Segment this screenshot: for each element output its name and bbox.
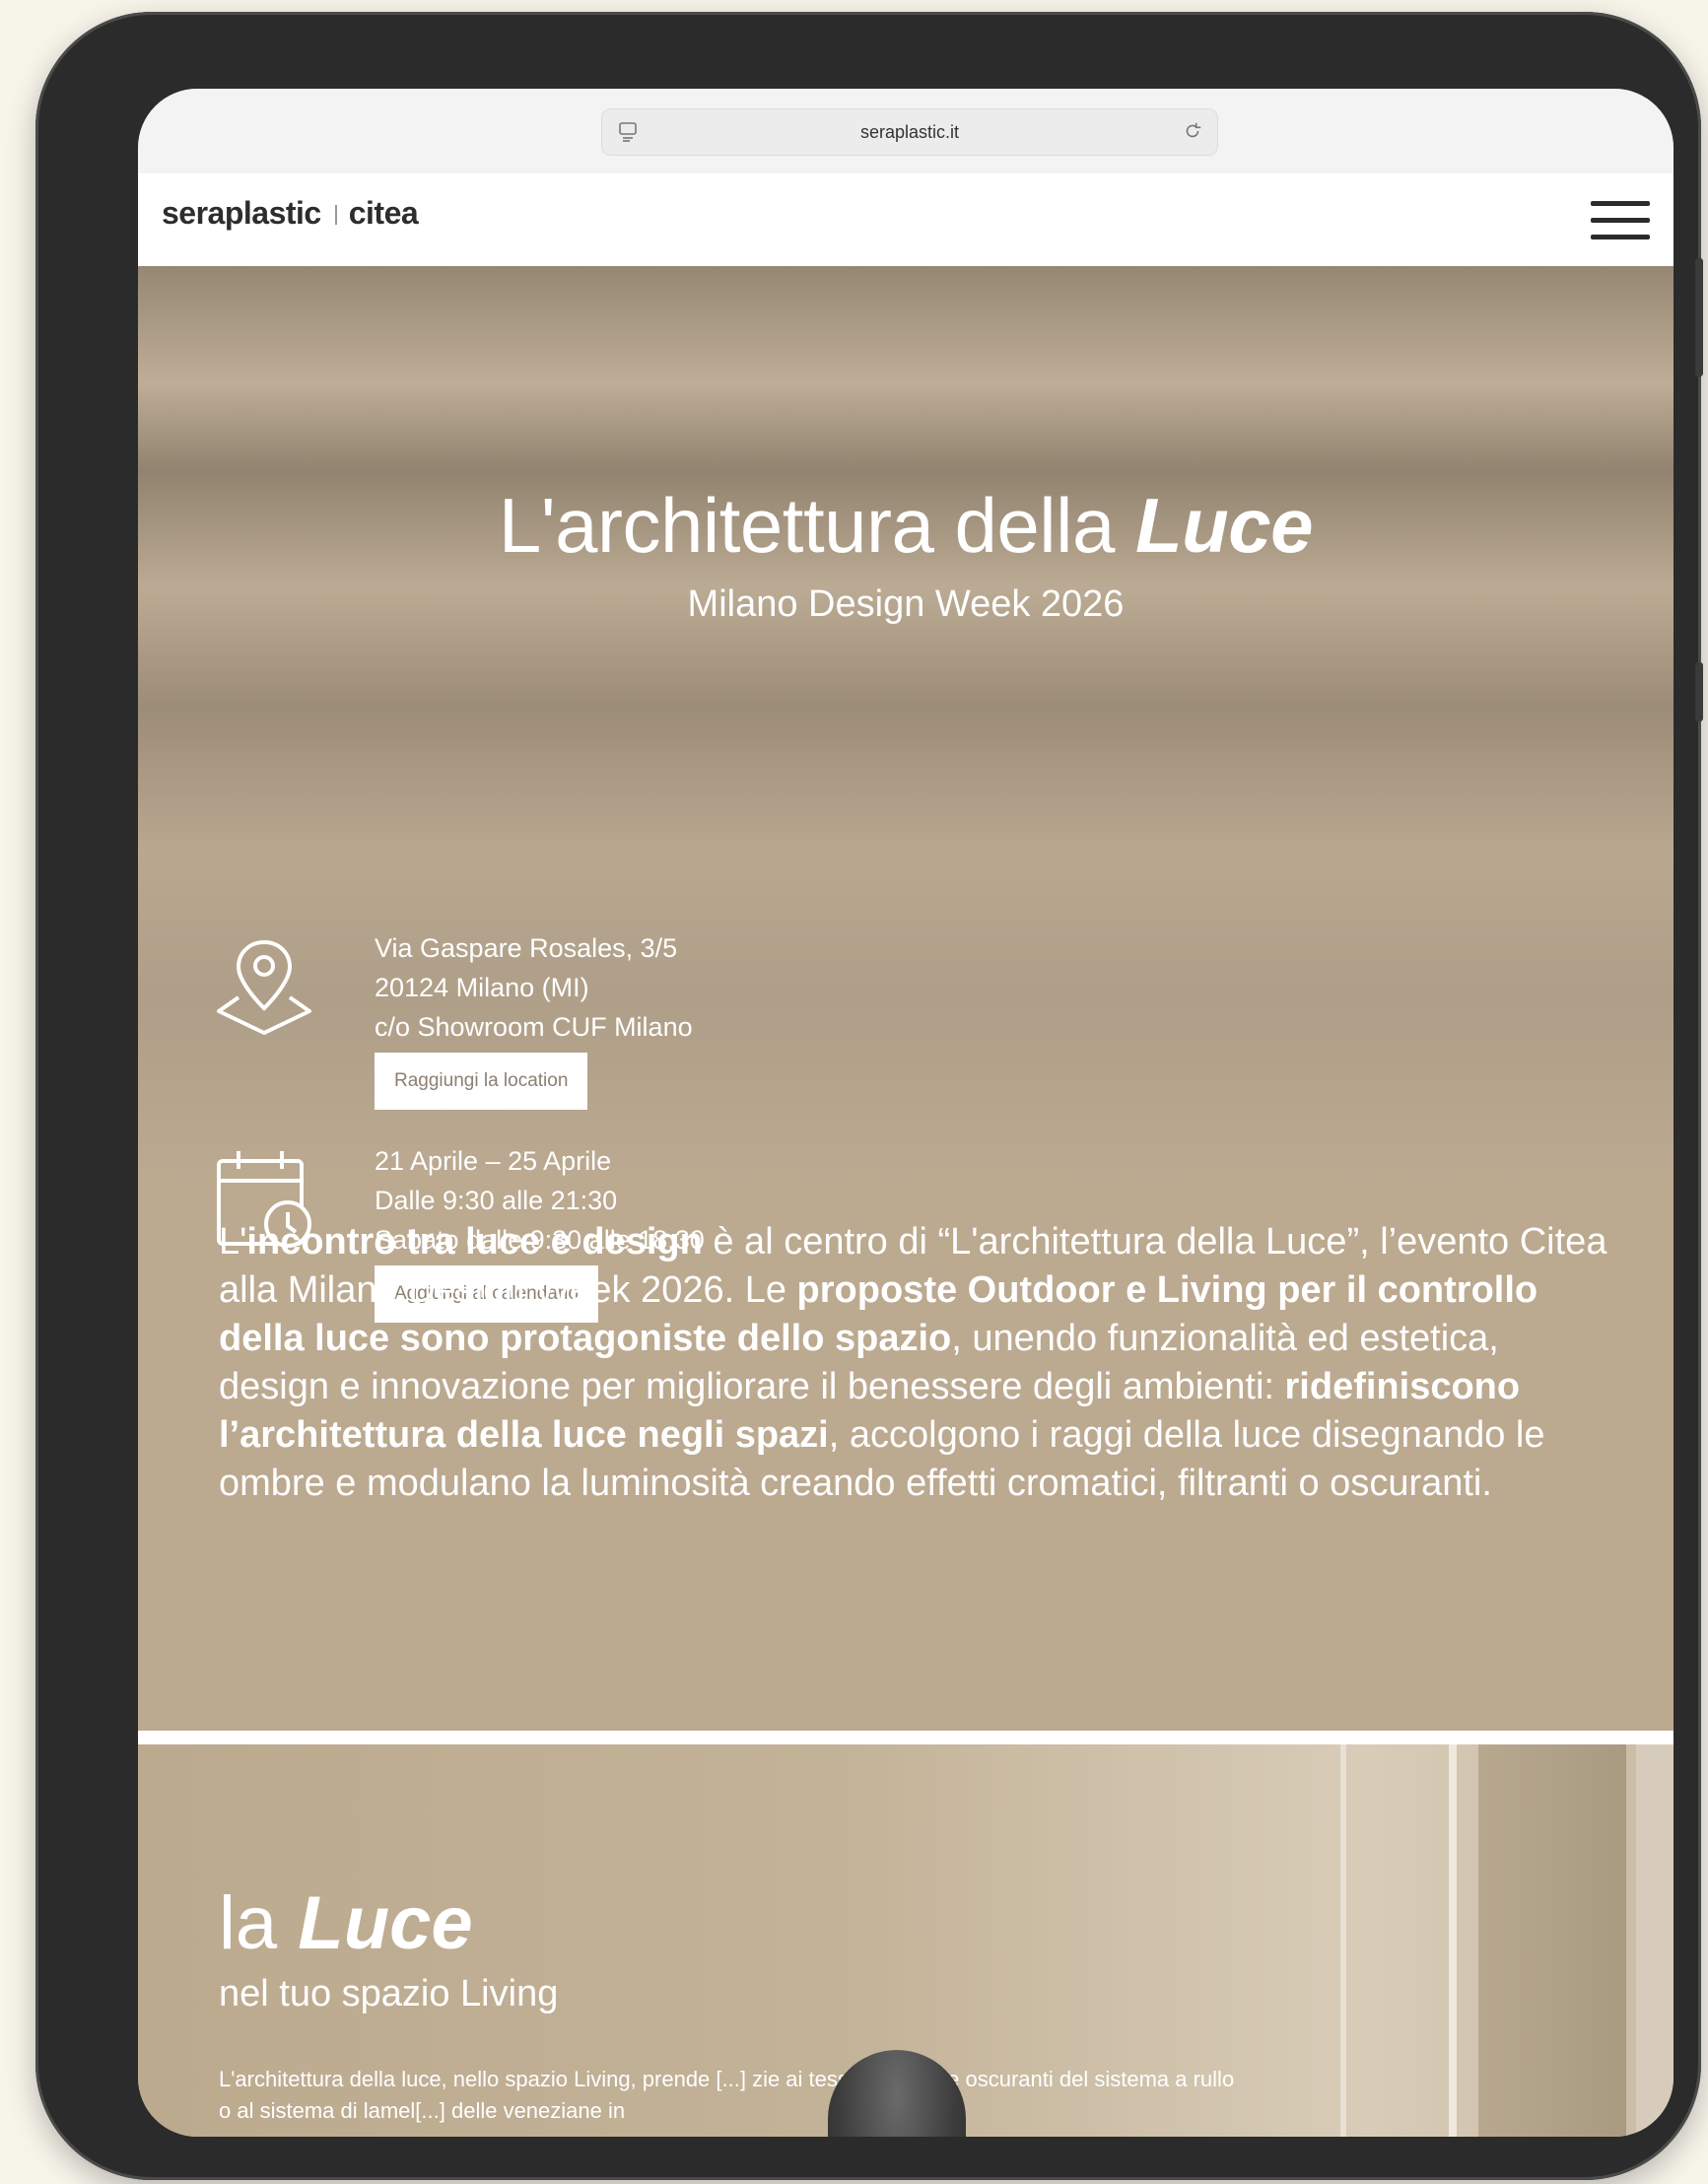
intro-paragraph: L'incontro tra luce e design è al centro… bbox=[219, 1218, 1618, 1508]
hamburger-menu-icon[interactable] bbox=[1591, 199, 1650, 242]
hero-title-emphasis: Luce bbox=[1135, 482, 1314, 569]
schedule-line: Dalle 9:30 alle 21:30 bbox=[375, 1186, 618, 1215]
logo-seraplastic: seraplastic bbox=[162, 195, 321, 231]
site-header: seraplastic citea bbox=[138, 173, 1674, 266]
hero-subtitle: Milano Design Week 2026 bbox=[687, 583, 1125, 625]
wall-edge bbox=[1636, 1744, 1674, 2137]
tablet-device: seraplastic.it seraplastic citea L'archit… bbox=[35, 12, 1703, 2180]
volume-button bbox=[1695, 258, 1703, 376]
hero-section: L'architettura della Luce Milano Design … bbox=[138, 266, 1674, 1731]
living-paragraph: L'architettura della luce, nello spazio … bbox=[219, 2067, 1235, 2123]
logo-citea: citea bbox=[348, 195, 419, 231]
living-title: la Luce bbox=[219, 1880, 473, 1966]
screen: seraplastic.it seraplastic citea L'archit… bbox=[138, 89, 1674, 2137]
window-frame bbox=[1449, 1744, 1457, 2137]
window-frame bbox=[1340, 1744, 1346, 2137]
intro-highlight: incontro tra luce e design bbox=[246, 1221, 703, 1263]
url-text[interactable]: seraplastic.it bbox=[860, 122, 959, 143]
logo-separator bbox=[334, 205, 337, 225]
location-address: Via Gaspare Rosales, 3/5 20124 Milano (M… bbox=[375, 928, 693, 1047]
reload-icon[interactable] bbox=[1182, 120, 1203, 142]
get-directions-button[interactable]: Raggiungi la location bbox=[375, 1053, 588, 1110]
living-subtitle: nel tuo spazio Living bbox=[219, 1973, 559, 2014]
living-title-regular: la bbox=[219, 1881, 299, 1965]
side-button bbox=[1695, 662, 1703, 721]
living-title-emphasis: Luce bbox=[298, 1881, 473, 1965]
map-pin-icon bbox=[217, 939, 311, 1035]
address-line: Via Gaspare Rosales, 3/5 bbox=[375, 933, 678, 963]
address-line: c/o Showroom CUF Milano bbox=[375, 1012, 693, 1042]
intro-text: L' bbox=[219, 1221, 247, 1263]
schedule-line: 21 Aprile – 25 Aprile bbox=[375, 1146, 612, 1176]
hero-title: L'architettura della Luce bbox=[138, 481, 1674, 571]
roller-blind bbox=[1478, 1744, 1626, 2137]
browser-toolbar: seraplastic.it bbox=[138, 89, 1674, 174]
address-bar[interactable]: seraplastic.it bbox=[601, 108, 1218, 156]
address-line: 20124 Milano (MI) bbox=[375, 973, 589, 1002]
hero-title-regular: L'architettura della bbox=[498, 482, 1136, 569]
section-divider bbox=[138, 1731, 1674, 1744]
brand-logo[interactable]: seraplastic citea bbox=[162, 195, 419, 232]
reader-icon[interactable] bbox=[616, 120, 640, 144]
